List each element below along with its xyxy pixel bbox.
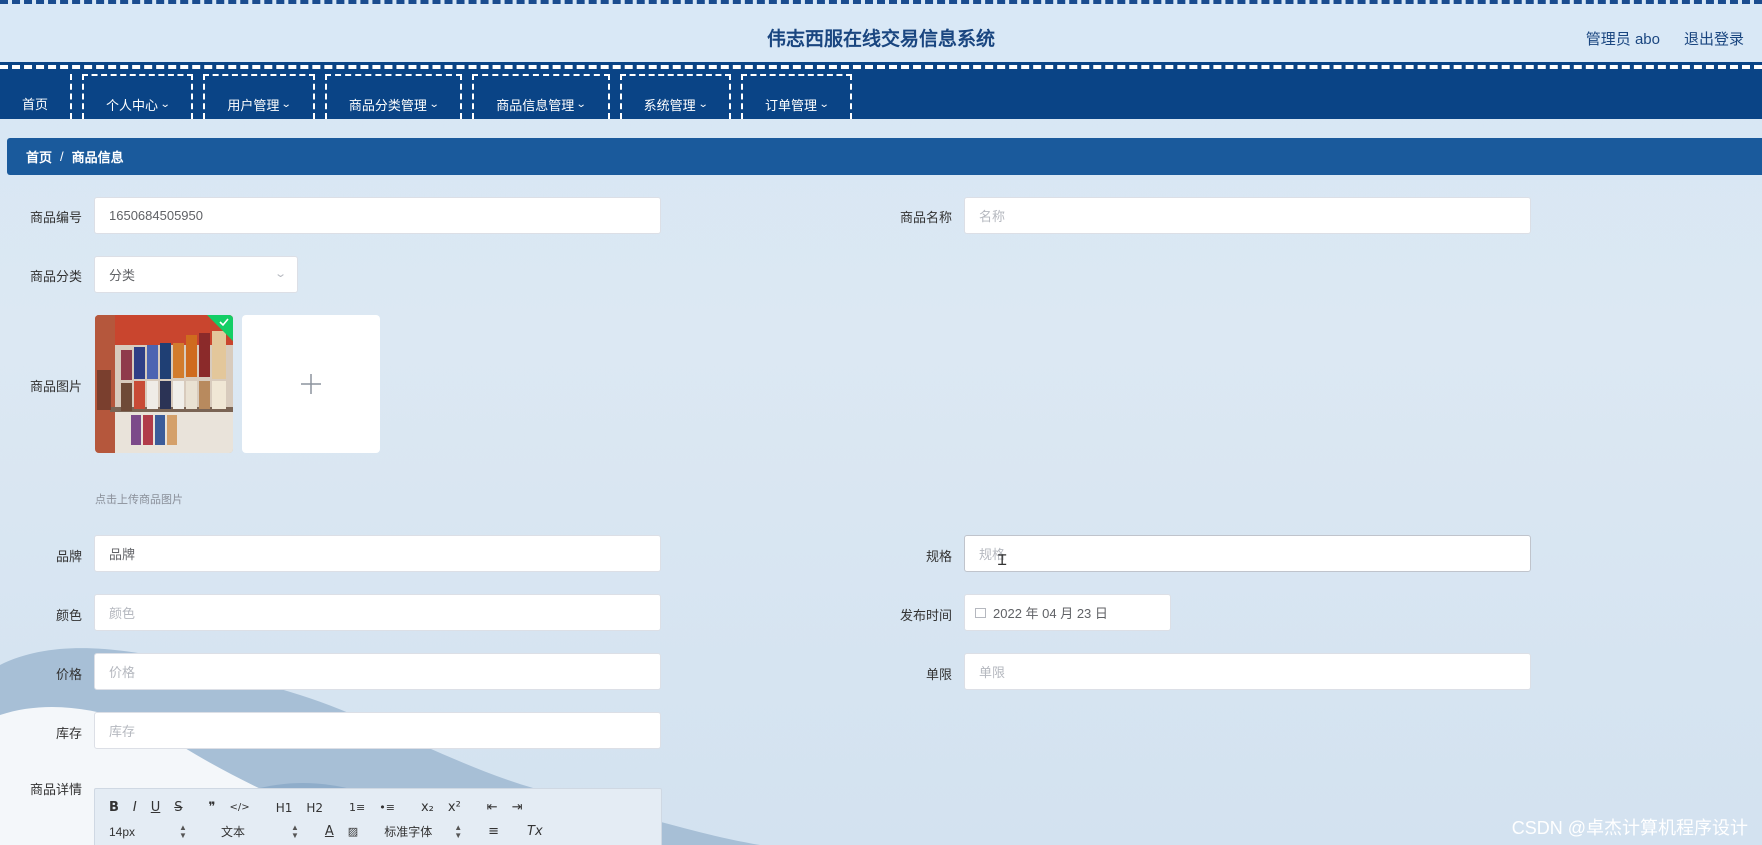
font-family-value: 标准字体 — [384, 825, 433, 839]
text-cursor-icon: Ɪ — [998, 552, 1007, 569]
updown-arrow-icon: ▲ ▼ — [454, 822, 463, 840]
underline-button[interactable]: U — [151, 800, 161, 815]
upload-image-button[interactable] — [242, 315, 380, 453]
updown-arrow-icon: ▲ ▼ — [179, 822, 187, 840]
chevron-down-icon: ⌄ — [697, 99, 709, 110]
product-no-label: 商品编号 — [29, 210, 82, 225]
limit-input[interactable]: 单限 — [964, 653, 1531, 690]
nav-item-label: 订单管理 — [765, 98, 818, 113]
plus-icon — [301, 374, 321, 394]
outdent-button[interactable]: ⇤ — [487, 800, 498, 815]
category-label: 商品分类 — [29, 269, 82, 284]
font-family-select[interactable]: 标准字体 ▲ ▼ — [384, 823, 462, 840]
product-name-input[interactable]: 名称 — [964, 197, 1531, 234]
nav-item-label: 用户管理 — [227, 98, 280, 113]
block-type-select[interactable]: 文本 ▲ ▼ — [221, 823, 299, 840]
brand-label: 品牌 — [55, 549, 82, 564]
price-label: 价格 — [55, 667, 82, 682]
updown-arrow-icon: ▲ ▼ — [290, 822, 299, 840]
stock-label: 库存 — [55, 726, 82, 741]
chevron-down-icon: ⌄ — [428, 99, 440, 110]
logout-link[interactable]: 退出登录 — [1684, 28, 1744, 49]
chevron-down-icon: ⌄ — [575, 99, 587, 110]
bold-button[interactable]: B — [109, 800, 119, 815]
toolbar-row-1: B I U S ❞ </> H1 H2 1≡ •≡ x₂ x² ⇤ ⇥ — [109, 800, 537, 815]
header2-button[interactable]: H2 — [306, 801, 323, 815]
nav-item-label: 商品信息管理 — [496, 98, 575, 113]
chevron-down-icon: ⌄ — [818, 99, 830, 110]
nav-item-label: 首页 — [22, 97, 49, 112]
breadcrumb-separator: / — [60, 149, 64, 164]
font-size-value: 14px — [109, 824, 136, 839]
color-input[interactable]: 颜色 — [94, 594, 661, 631]
font-color-icon[interactable]: A — [325, 824, 334, 839]
current-user-label: 管理员 abo — [1585, 31, 1660, 48]
italic-button[interactable]: I — [133, 800, 137, 815]
details-label: 商品详情 — [29, 782, 82, 797]
system-title: 伟志西服在线交易信息系统 — [766, 29, 995, 50]
nav-item-label: 系统管理 — [643, 98, 696, 113]
superscript-button[interactable]: x² — [448, 800, 461, 815]
product-name-label: 商品名称 — [899, 210, 952, 225]
header1-button[interactable]: H1 — [276, 801, 293, 815]
background-color-icon[interactable]: ▨ — [348, 825, 358, 838]
uploaded-image-thumbnail[interactable] — [95, 315, 233, 453]
nav-dashed-divider — [0, 65, 1762, 69]
product-no-input[interactable]: 1650684505950 — [94, 197, 661, 234]
product-image-label: 商品图片 — [29, 379, 82, 394]
nav-item-label: 个人中心 — [106, 98, 159, 113]
breadcrumb-current: 商品信息 — [71, 150, 124, 165]
block-type-value: 文本 — [220, 825, 245, 839]
code-block-button[interactable]: </> — [230, 802, 250, 813]
brand-input[interactable]: 品牌 — [94, 535, 661, 572]
stock-input[interactable]: 库存 — [94, 712, 661, 749]
publish-time-label: 发布时间 — [899, 608, 952, 623]
publish-time-value: 2022 年 04 月 23 日 — [993, 606, 1108, 621]
publish-time-datepicker[interactable]: 2022 年 04 月 23 日 — [964, 594, 1171, 631]
upload-hint: 点击上传商品图片 — [95, 494, 183, 506]
nav-item-category-management[interactable]: 商品分类管理 ⌄ — [324, 74, 463, 119]
main-nav: 首页 个人中心 ⌄ 用户管理 ⌄ 商品分类管理 ⌄ 商品信息管理 ⌄ 系统管理 ⌄ 订单管… — [0, 62, 1762, 119]
bullet-list-button[interactable]: •≡ — [379, 801, 395, 814]
nav-item-home[interactable]: 首页 — [0, 74, 73, 119]
nav-item-label: 商品分类管理 — [348, 98, 427, 113]
breadcrumb: 首页 / 商品信息 — [7, 138, 1762, 175]
indent-button[interactable]: ⇥ — [512, 800, 523, 815]
align-icon[interactable]: ≡ — [488, 824, 499, 839]
clothing-store-photo — [95, 315, 233, 453]
category-select[interactable]: 分类 ⌄ — [94, 256, 298, 293]
nav-items: 首页 个人中心 ⌄ 用户管理 ⌄ 商品分类管理 ⌄ 商品信息管理 ⌄ 系统管理 ⌄ 订单管… — [0, 74, 862, 119]
ordered-list-button[interactable]: 1≡ — [349, 801, 365, 814]
chevron-down-icon: ⌄ — [159, 99, 171, 110]
nav-item-system-management[interactable]: 系统管理 ⌄ — [619, 74, 732, 119]
clear-format-button[interactable]: Tx — [527, 824, 543, 839]
strike-button[interactable]: S — [174, 800, 182, 815]
rich-text-editor-toolbar: B I U S ❞ </> H1 H2 1≡ •≡ x₂ x² ⇤ ⇥ 14px… — [94, 788, 662, 845]
color-label: 颜色 — [55, 608, 82, 623]
spec-label: 规格 — [925, 549, 952, 564]
nav-item-user-management[interactable]: 用户管理 ⌄ — [203, 74, 315, 119]
breadcrumb-home[interactable]: 首页 — [26, 147, 52, 166]
toolbar-row-2: 14px ▲ ▼ 文本 ▲ ▼ A ▨ 标准字体 ▲ ▼ ≡ Tx — [109, 823, 557, 840]
price-input[interactable]: 价格 — [94, 653, 661, 690]
csdn-watermark: CSDN @卓杰计算机程序设计 — [1511, 818, 1748, 838]
nav-item-product-management[interactable]: 商品信息管理 ⌄ — [472, 74, 610, 119]
chevron-down-icon: ⌄ — [281, 99, 293, 110]
subscript-button[interactable]: x₂ — [421, 800, 434, 815]
nav-item-personal-center[interactable]: 个人中心 ⌄ — [82, 74, 194, 119]
nav-item-order-management[interactable]: 订单管理 ⌄ — [741, 74, 853, 119]
top-header: 伟志西服在线交易信息系统 管理员 abo 退出登录 — [0, 0, 1762, 66]
limit-label: 单限 — [925, 667, 952, 682]
spec-input[interactable]: 规格 — [964, 535, 1531, 572]
blockquote-button[interactable]: ❞ — [209, 800, 216, 815]
font-size-select[interactable]: 14px ▲ ▼ — [109, 822, 187, 840]
calendar-icon — [975, 607, 986, 618]
category-select-value: 分类 — [109, 268, 136, 283]
chevron-down-icon: ⌄ — [273, 268, 287, 280]
